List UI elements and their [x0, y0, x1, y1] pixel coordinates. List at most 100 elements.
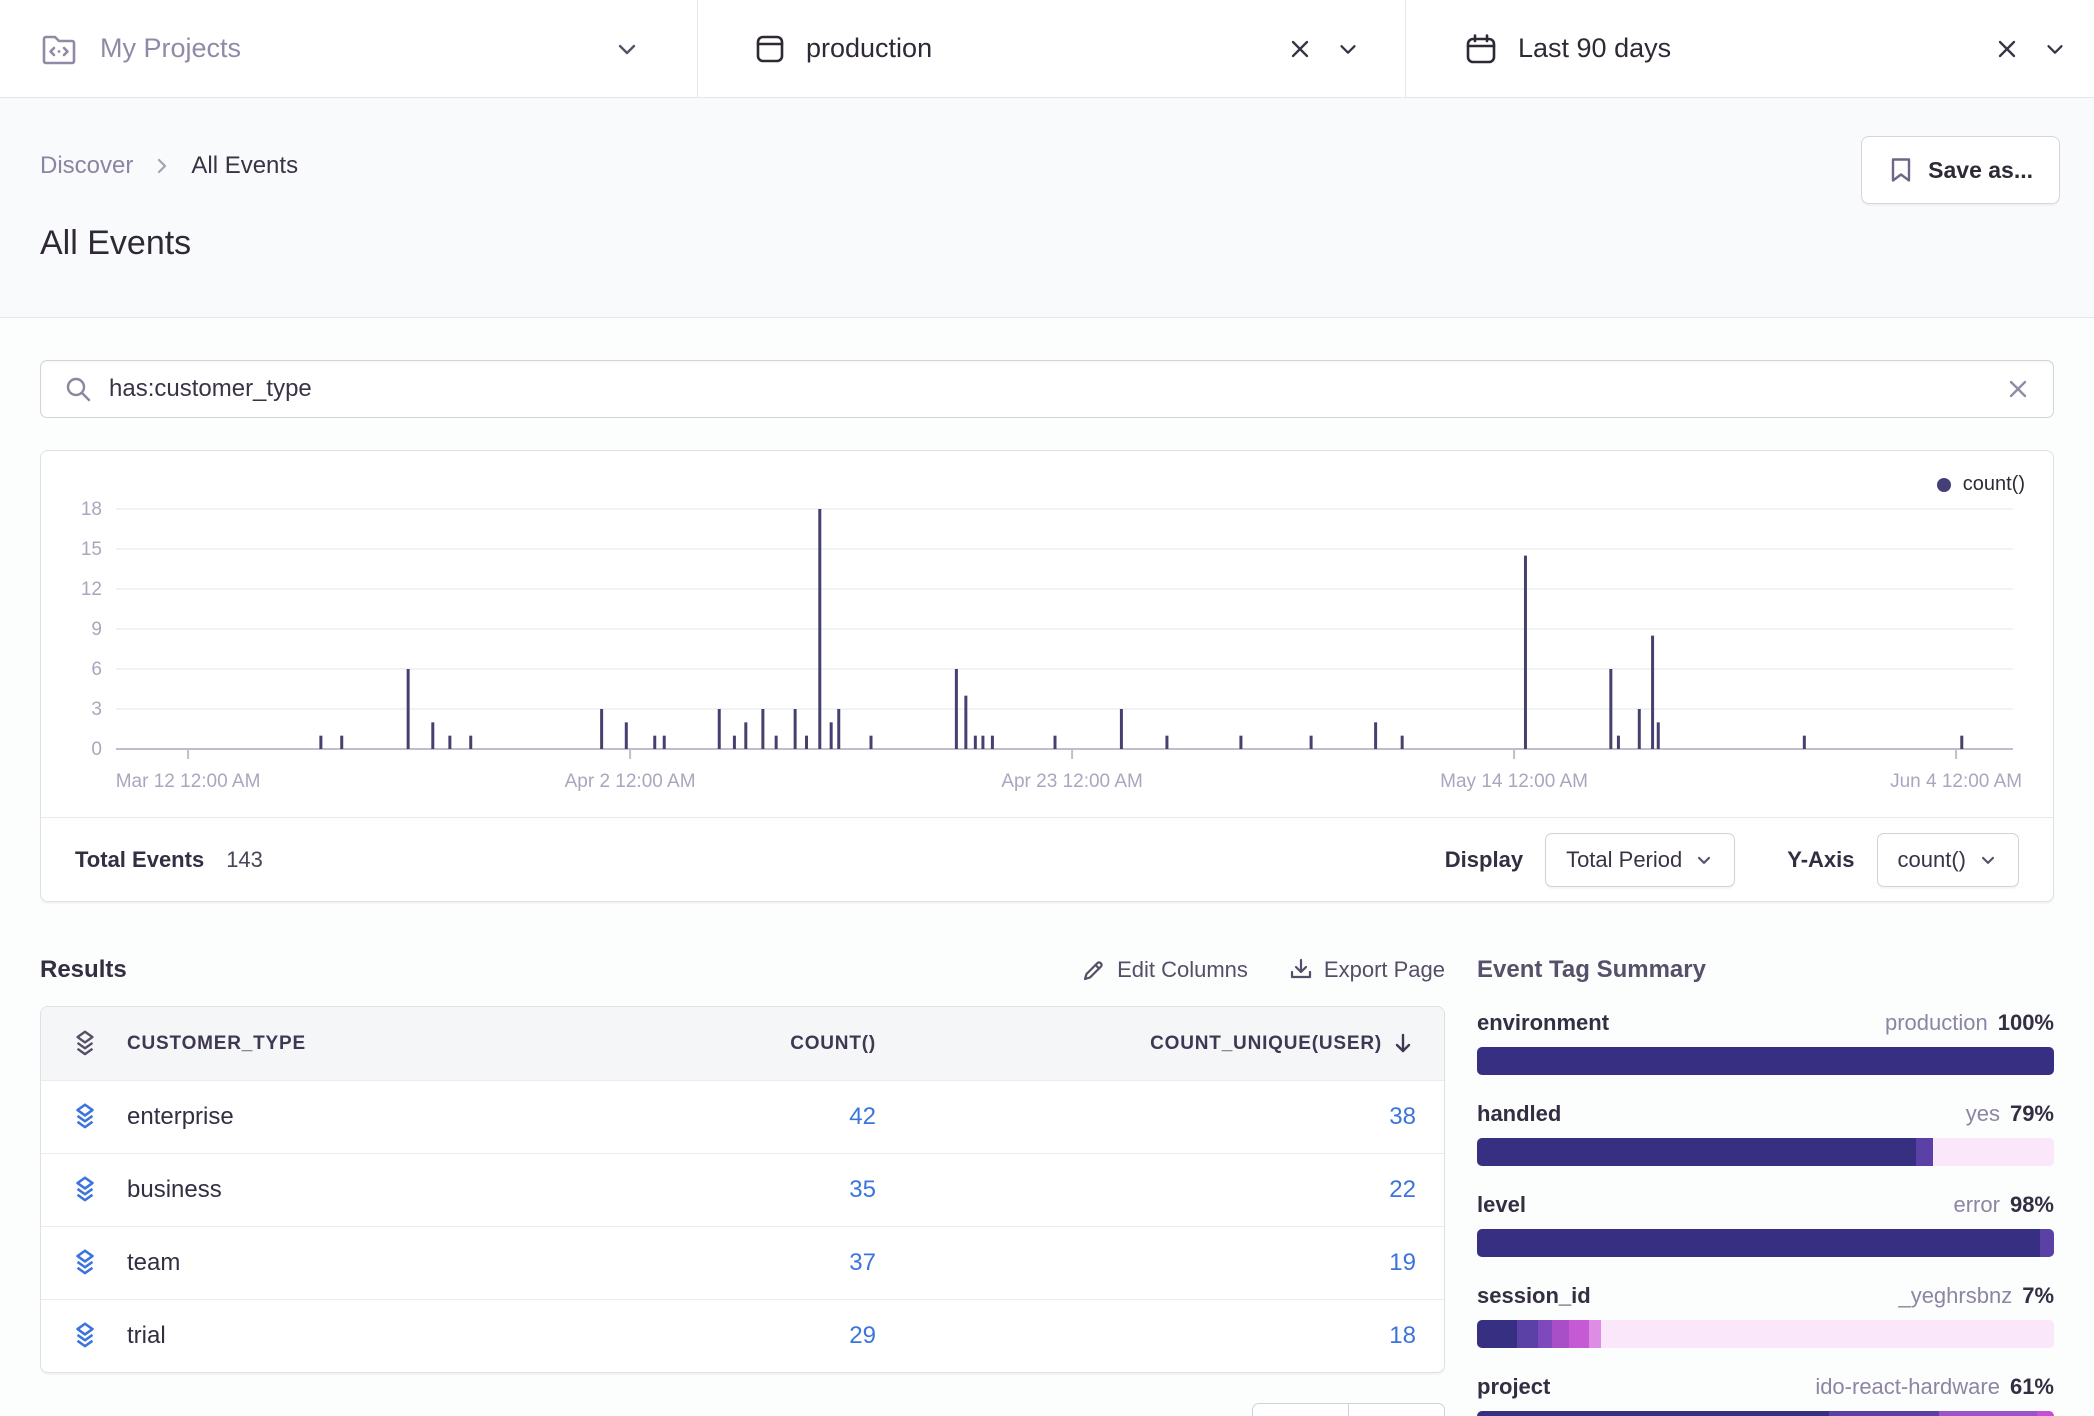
breadcrumb-current: All Events — [191, 152, 298, 180]
results-table-header: CUSTOMER_TYPE COUNT() COUNT_UNIQUE(USER) — [41, 1007, 1444, 1080]
chevron-down-icon — [1694, 850, 1714, 870]
tag-distribution-bar[interactable] — [1477, 1320, 2054, 1348]
svg-text:Apr 23 12:00 AM: Apr 23 12:00 AM — [1001, 771, 1143, 792]
tag-name: project — [1477, 1374, 1550, 1400]
download-icon — [1288, 957, 1314, 983]
save-as-label: Save as... — [1928, 157, 2033, 184]
calendar-icon — [1464, 32, 1498, 66]
date-range-label: Last 90 days — [1518, 33, 1671, 64]
clear-date-range-icon[interactable] — [1994, 36, 2020, 62]
chart-legend[interactable]: count() — [1937, 473, 2025, 496]
svg-text:6: 6 — [91, 659, 102, 680]
count-unique-link[interactable]: 22 — [876, 1176, 1416, 1204]
table-row[interactable]: trial 29 18 — [41, 1299, 1444, 1372]
svg-text:3: 3 — [91, 699, 102, 720]
svg-text:Jun 4 12:00 AM: Jun 4 12:00 AM — [1890, 771, 2022, 792]
chart-footer: Total Events 143 Display Total Period Y-… — [41, 817, 2053, 901]
display-dropdown-value: Total Period — [1566, 847, 1682, 873]
chevron-down-icon[interactable] — [2042, 36, 2068, 62]
stack-icon — [69, 1247, 101, 1279]
chevron-down-icon — [1978, 850, 1998, 870]
count-link[interactable]: 29 — [626, 1322, 876, 1350]
tag-group-session-id: session_id _yeghrsbnz 7% — [1477, 1283, 2054, 1348]
tag-percent: 100% — [1998, 1010, 2054, 1036]
table-row[interactable]: team 37 19 — [41, 1226, 1444, 1299]
previous-page-button[interactable] — [1252, 1403, 1349, 1416]
customer-type-value: enterprise — [127, 1103, 234, 1131]
date-range-selector[interactable]: Last 90 days — [1405, 0, 2094, 97]
stack-icon — [69, 1174, 101, 1206]
yaxis-label: Y-Axis — [1787, 847, 1854, 873]
sort-desc-arrow-icon[interactable] — [1390, 1031, 1416, 1057]
clear-search-icon[interactable] — [2005, 376, 2031, 402]
edit-columns-button[interactable]: Edit Columns — [1081, 957, 1248, 983]
stack-icon — [69, 1101, 101, 1133]
column-header-customer-type[interactable]: CUSTOMER_TYPE — [127, 1033, 306, 1055]
count-link[interactable]: 42 — [626, 1103, 876, 1131]
export-page-label: Export Page — [1324, 957, 1445, 983]
tag-top-value: _yeghrsbnz — [1898, 1283, 2012, 1309]
count-link[interactable]: 35 — [626, 1176, 876, 1204]
svg-text:Mar 12 12:00 AM: Mar 12 12:00 AM — [116, 771, 261, 792]
tag-distribution-bar[interactable] — [1477, 1047, 2054, 1075]
svg-text:Apr 2 12:00 AM: Apr 2 12:00 AM — [565, 771, 696, 792]
tag-percent: 61% — [2010, 1374, 2054, 1400]
tag-group-handled: handled yes 79% — [1477, 1101, 2054, 1166]
search-input[interactable] — [109, 375, 2005, 403]
tag-group-level: level error 98% — [1477, 1192, 2054, 1257]
count-unique-link[interactable]: 18 — [876, 1322, 1416, 1350]
results-table: CUSTOMER_TYPE COUNT() COUNT_UNIQUE(USER) — [40, 1006, 1445, 1373]
customer-type-value: team — [127, 1249, 180, 1277]
chevron-down-icon[interactable] — [1335, 36, 1361, 62]
pencil-icon — [1081, 957, 1107, 983]
total-events-value: 143 — [226, 847, 263, 873]
environment-selector[interactable]: production — [697, 0, 1405, 97]
tag-name: session_id — [1477, 1283, 1591, 1309]
count-unique-link[interactable]: 19 — [876, 1249, 1416, 1277]
tag-top-value: yes — [1966, 1101, 2000, 1127]
pagination — [40, 1403, 1445, 1416]
table-row[interactable]: business 35 22 — [41, 1153, 1444, 1226]
chevron-down-icon[interactable] — [613, 35, 641, 63]
tag-name: handled — [1477, 1101, 1561, 1127]
tag-group-environment: environment production 100% — [1477, 1010, 2054, 1075]
display-label: Display — [1445, 847, 1523, 873]
results-heading: Results — [40, 956, 127, 984]
tag-distribution-bar[interactable] — [1477, 1411, 2054, 1416]
tag-distribution-bar[interactable] — [1477, 1229, 2054, 1257]
next-page-button[interactable] — [1348, 1403, 1445, 1416]
event-tag-summary: Event Tag Summary environment production… — [1477, 956, 2054, 1416]
column-header-count[interactable]: COUNT() — [790, 1033, 876, 1055]
export-page-button[interactable]: Export Page — [1288, 957, 1445, 983]
project-selector[interactable]: My Projects — [0, 0, 697, 97]
save-as-button[interactable]: Save as... — [1861, 136, 2060, 204]
yaxis-dropdown[interactable]: count() — [1877, 833, 2019, 887]
count-link[interactable]: 37 — [626, 1249, 876, 1277]
project-selector-label: My Projects — [100, 33, 241, 64]
search-bar — [40, 360, 2054, 418]
tag-percent: 79% — [2010, 1101, 2054, 1127]
customer-type-value: business — [127, 1176, 222, 1204]
svg-text:9: 9 — [91, 619, 102, 640]
breadcrumb-discover-link[interactable]: Discover — [40, 152, 133, 180]
count-unique-link[interactable]: 38 — [876, 1103, 1416, 1131]
svg-text:0: 0 — [91, 739, 102, 760]
clear-environment-icon[interactable] — [1287, 36, 1313, 62]
svg-text:18: 18 — [81, 499, 102, 520]
tag-percent: 7% — [2022, 1283, 2054, 1309]
tag-top-value: ido-react-hardware — [1815, 1374, 2000, 1400]
yaxis-dropdown-value: count() — [1898, 847, 1966, 873]
column-header-count-unique[interactable]: COUNT_UNIQUE(USER) — [1150, 1033, 1382, 1055]
stack-icon — [69, 1320, 101, 1352]
page-title: All Events — [40, 224, 2054, 263]
tag-group-project: project ido-react-hardware 61% — [1477, 1374, 2054, 1416]
events-chart[interactable]: 0369121518Mar 12 12:00 AMApr 2 12:00 AMA… — [41, 451, 2053, 817]
table-row[interactable]: enterprise 42 38 — [41, 1080, 1444, 1153]
legend-series-label: count() — [1963, 473, 2025, 496]
window-icon — [754, 33, 786, 65]
svg-text:12: 12 — [81, 579, 102, 600]
tag-percent: 98% — [2010, 1192, 2054, 1218]
global-filter-bar: My Projects production — [0, 0, 2094, 98]
display-dropdown[interactable]: Total Period — [1545, 833, 1735, 887]
tag-distribution-bar[interactable] — [1477, 1138, 2054, 1166]
